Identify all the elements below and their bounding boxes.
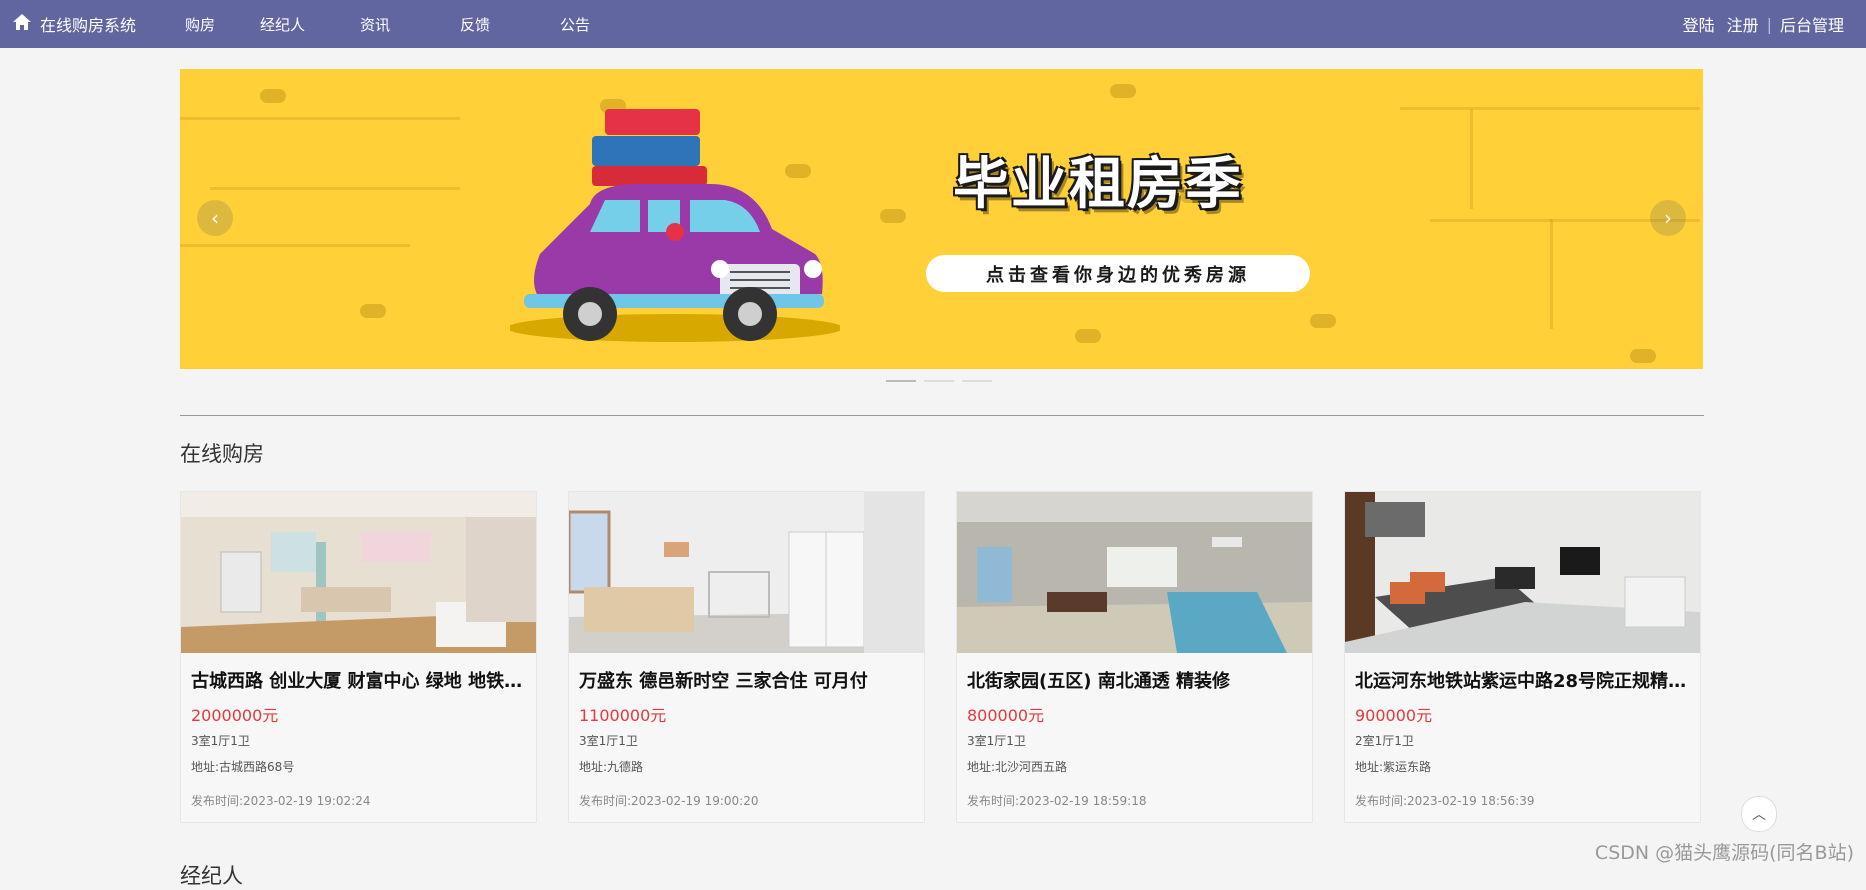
carousel-prev-button[interactable]: ‹ bbox=[197, 200, 233, 236]
listing-address: 地址:古城西路68号 bbox=[191, 760, 295, 774]
listing-photo bbox=[1345, 492, 1700, 653]
listing-price: 800000元 bbox=[967, 706, 1045, 725]
listing-card[interactable]: 万盛东 德邑新时空 三家合住 可月付 1100000元 3室1厅1卫 地址:九德… bbox=[568, 491, 925, 823]
home-icon bbox=[12, 12, 32, 36]
car-luggage-illustration bbox=[510, 109, 840, 342]
listing-layout: 3室1厅1卫 bbox=[579, 734, 638, 748]
banner-carousel[interactable]: 毕业租房季 点击查看你身边的优秀房源 ‹ › bbox=[180, 69, 1703, 369]
listing-time: 发布时间:2023-02-19 19:00:20 bbox=[579, 794, 759, 808]
listing-layout: 3室1厅1卫 bbox=[967, 734, 1026, 748]
listing-title[interactable]: 古城西路 创业大厦 财富中心 绿地 地铁1号线 bbox=[191, 667, 531, 693]
listing-card[interactable]: 北运河东地铁站紫运中路28号院正规精装修 900000元 2室1厅1卫 地址:紫… bbox=[1344, 491, 1701, 823]
banner-cta-button[interactable]: 点击查看你身边的优秀房源 bbox=[926, 255, 1310, 292]
listing-time: 发布时间:2023-02-19 18:56:39 bbox=[1355, 794, 1535, 808]
brand-link[interactable]: 在线购房系统 bbox=[12, 0, 136, 48]
carousel-dot-2[interactable] bbox=[924, 380, 954, 382]
listing-title[interactable]: 北街家园(五区) 南北通透 精装修 bbox=[967, 667, 1307, 693]
listing-time: 发布时间:2023-02-19 19:02:24 bbox=[191, 794, 371, 808]
listing-title[interactable]: 北运河东地铁站紫运中路28号院正规精装修 bbox=[1355, 667, 1695, 693]
listing-photo bbox=[569, 492, 924, 653]
top-navbar: 在线购房系统 购房 经纪人 资讯 反馈 公告 登陆 注册 | 后台管理 bbox=[0, 0, 1866, 48]
carousel-next-button[interactable]: › bbox=[1650, 200, 1686, 236]
banner-title: 毕业租房季 bbox=[953, 152, 1243, 217]
listing-time: 发布时间:2023-02-19 18:59:18 bbox=[967, 794, 1147, 808]
listing-layout: 2室1厅1卫 bbox=[1355, 734, 1414, 748]
link-separator: | bbox=[1766, 14, 1772, 34]
section-title-buy: 在线购房 bbox=[180, 442, 264, 466]
account-links: 登陆 注册 | 后台管理 bbox=[1683, 0, 1844, 48]
nav-item-notices[interactable]: 公告 bbox=[560, 0, 590, 48]
login-link[interactable]: 登陆 bbox=[1683, 12, 1715, 36]
listing-photo bbox=[957, 492, 1312, 653]
carousel-indicators bbox=[886, 380, 992, 382]
carousel-dot-1[interactable] bbox=[886, 380, 916, 382]
back-to-top-button[interactable]: ︿ bbox=[1741, 796, 1777, 832]
listing-price: 1100000元 bbox=[579, 706, 667, 725]
listing-address: 地址:紫运东路 bbox=[1355, 760, 1432, 774]
nav-item-feedback[interactable]: 反馈 bbox=[460, 0, 490, 48]
listing-address: 地址:九德路 bbox=[579, 760, 644, 774]
admin-link[interactable]: 后台管理 bbox=[1780, 12, 1844, 36]
listing-title[interactable]: 万盛东 德邑新时空 三家合住 可月付 bbox=[579, 667, 919, 693]
register-link[interactable]: 注册 bbox=[1727, 12, 1759, 36]
listing-price: 900000元 bbox=[1355, 706, 1433, 725]
nav-item-buy[interactable]: 购房 bbox=[185, 0, 215, 48]
listing-card[interactable]: 古城西路 创业大厦 财富中心 绿地 地铁1号线 2000000元 3室1厅1卫 … bbox=[180, 491, 537, 823]
nav-item-agents[interactable]: 经纪人 bbox=[260, 0, 305, 48]
section-title-agents: 经纪人 bbox=[180, 864, 243, 888]
nav-item-news[interactable]: 资讯 bbox=[360, 0, 390, 48]
listing-price: 2000000元 bbox=[191, 706, 279, 725]
listing-address: 地址:北沙河西五路 bbox=[967, 760, 1068, 774]
listing-photo bbox=[181, 492, 536, 653]
listing-card[interactable]: 北街家园(五区) 南北通透 精装修 800000元 3室1厅1卫 地址:北沙河西… bbox=[956, 491, 1313, 823]
watermark: CSDN @猫头鹰源码(同名B站) bbox=[1594, 842, 1854, 864]
carousel-dot-3[interactable] bbox=[962, 380, 992, 382]
brand-title: 在线购房系统 bbox=[40, 16, 137, 35]
section-divider bbox=[180, 415, 1704, 416]
listing-layout: 3室1厅1卫 bbox=[191, 734, 250, 748]
